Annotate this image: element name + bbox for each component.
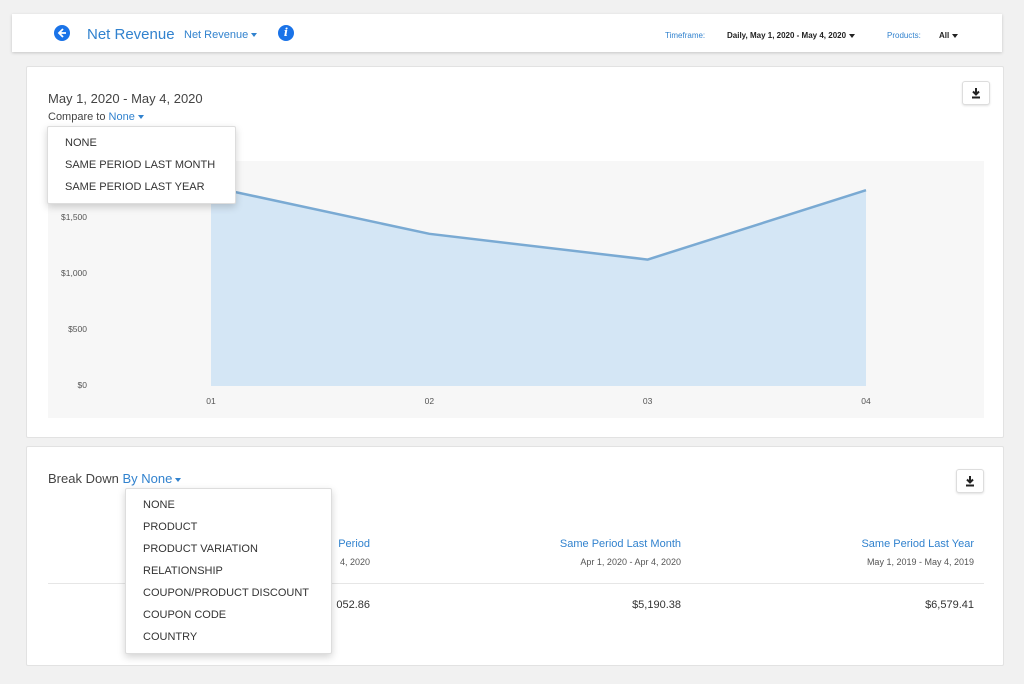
compare-value: None [108, 111, 135, 123]
caret-down-icon [251, 33, 258, 38]
download-button[interactable] [962, 81, 990, 105]
timeframe-value: Daily, May 1, 2020 - May 4, 2020 [727, 31, 847, 40]
y-tick-label: $1,000 [61, 268, 87, 279]
info-icon[interactable]: i [278, 25, 294, 41]
column-sub-last-year: May 1, 2019 - May 4, 2019 [866, 557, 974, 567]
download-icon [972, 88, 980, 99]
products-select[interactable]: All [939, 31, 959, 40]
back-arrow-icon[interactable] [54, 25, 70, 41]
column-sub-last-month: Apr 1, 2020 - Apr 4, 2020 [580, 557, 681, 567]
dropdown-option[interactable]: NONE [48, 132, 235, 154]
chart-card: May 1, 2020 - May 4, 2020 Compare to Non… [26, 66, 1004, 438]
dropdown-option[interactable]: RELATIONSHIP [126, 560, 331, 582]
dropdown-option[interactable]: PRODUCT VARIATION [126, 538, 331, 560]
breakdown-select[interactable]: By None [122, 471, 182, 486]
breakdown-dropdown: NONE PRODUCT PRODUCT VARIATION RELATIONSHIP… [125, 488, 332, 654]
dropdown-option[interactable]: COUNTRY [126, 626, 331, 648]
download-button[interactable] [956, 469, 984, 493]
products-label: Products: [887, 31, 921, 40]
column-header-last-month: Same Period Last Month [559, 538, 681, 550]
x-tick-label: 02 [424, 396, 435, 406]
column-value-last-year: $6,579.41 [925, 599, 974, 611]
page-title: Net Revenue [87, 26, 175, 43]
timeframe-select[interactable]: Daily, May 1, 2020 - May 4, 2020 [727, 31, 856, 40]
compare-to: Compare to None [48, 111, 144, 123]
top-bar: Net Revenue Net Revenue i Timeframe: Dai… [12, 14, 1002, 52]
date-range-title: May 1, 2020 - May 4, 2020 [48, 91, 203, 106]
products-value: All [939, 31, 950, 40]
dropdown-option[interactable]: COUPON CODE [126, 604, 331, 626]
metric-select-label: Net Revenue [184, 29, 249, 41]
breakdown-title: Break Down By None [48, 471, 182, 486]
column-header-last-year: Same Period Last Year [861, 538, 974, 550]
breakdown-value: By None [122, 471, 173, 486]
column-value-last-month: $5,190.38 [632, 599, 681, 611]
dropdown-option[interactable]: SAME PERIOD LAST YEAR [48, 176, 235, 198]
area-fill [211, 186, 866, 386]
y-tick-label: $1,500 [61, 212, 87, 223]
caret-down-icon [849, 33, 856, 38]
dropdown-option[interactable]: NONE [126, 494, 331, 516]
x-tick-label: 01 [206, 396, 216, 406]
caret-down-icon [952, 33, 959, 38]
dropdown-option[interactable]: PRODUCT [126, 516, 331, 538]
dropdown-option[interactable]: COUPON/PRODUCT DISCOUNT [126, 582, 331, 604]
y-tick-label: $500 [68, 324, 87, 335]
compare-dropdown: NONE SAME PERIOD LAST MONTH SAME PERIOD LA… [47, 126, 236, 204]
breakdown-label: Break Down [48, 471, 119, 486]
compare-label: Compare to [48, 111, 106, 123]
caret-down-icon [137, 115, 144, 120]
caret-down-icon [175, 477, 182, 482]
dropdown-option[interactable]: SAME PERIOD LAST MONTH [48, 154, 235, 176]
timeframe-label: Timeframe: [665, 31, 706, 40]
metric-select[interactable]: Net Revenue [184, 29, 258, 41]
x-tick-label: 03 [642, 396, 653, 406]
y-tick-label: $0 [77, 380, 87, 390]
download-icon [966, 476, 974, 487]
compare-select[interactable]: None [109, 111, 144, 123]
x-tick-label: 04 [861, 396, 871, 406]
